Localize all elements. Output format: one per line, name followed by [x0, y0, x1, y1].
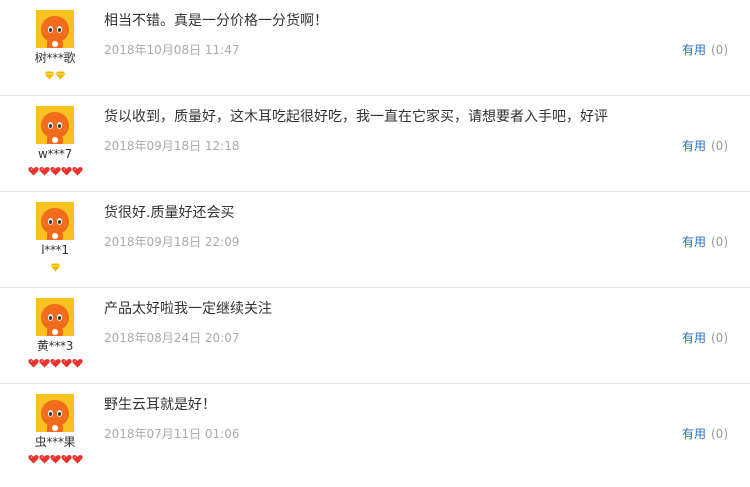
review-date: 2018年08月24日 20:07: [104, 331, 240, 345]
useful-count: (0): [711, 43, 728, 57]
diamond-icon: [50, 262, 61, 272]
review-item: l***1 货很好.质量好还会买 2018年09月18日 22:09 有用 (0): [0, 192, 750, 288]
review-item: 黄***3 产品太好啦我一定继续关注 2018年08月24日 20:07 有用 (…: [0, 288, 750, 384]
heart-icon: [38, 358, 50, 368]
useful-vote: 有用 (0): [682, 43, 728, 57]
useful-count: (0): [711, 331, 728, 345]
review-date: 2018年10月08日 11:47: [104, 43, 240, 57]
useful-button[interactable]: 有用: [682, 331, 706, 345]
user-level-badges: [18, 262, 92, 272]
useful-button[interactable]: 有用: [682, 427, 706, 441]
useful-count: (0): [711, 235, 728, 249]
useful-button[interactable]: 有用: [682, 43, 706, 57]
user-level-badges: [18, 454, 92, 464]
heart-icon: [60, 454, 72, 464]
heart-icon: [49, 166, 61, 176]
review-comment: 相当不错。真是一分价格一分货啊！: [104, 13, 328, 29]
user-level-badges: [18, 358, 92, 368]
useful-vote: 有用 (0): [682, 331, 728, 345]
review-item: 树***歌 相当不错。真是一分价格一分货啊！ 2018年10月08日 11:47…: [0, 0, 750, 96]
diamond-icon: [44, 70, 55, 80]
username: 虫***果: [34, 435, 76, 449]
avatar[interactable]: [36, 394, 74, 432]
heart-icon: [71, 454, 83, 464]
useful-vote: 有用 (0): [682, 139, 728, 153]
useful-count: (0): [711, 427, 728, 441]
review-comment: 野生云耳就是好！: [104, 397, 216, 413]
useful-vote: 有用 (0): [682, 427, 728, 441]
review-date: 2018年09月18日 12:18: [104, 139, 240, 153]
user-level-badges: [18, 166, 92, 176]
review-comment: 货以收到，质量好，这木耳吃起很好吃，我一直在它家买，请想要者入手吧，好评: [104, 109, 608, 125]
username: 树***歌: [34, 51, 76, 65]
heart-icon: [60, 358, 72, 368]
useful-button[interactable]: 有用: [682, 235, 706, 249]
useful-button[interactable]: 有用: [682, 139, 706, 153]
heart-icon: [71, 358, 83, 368]
heart-icon: [27, 358, 39, 368]
useful-count: (0): [711, 139, 728, 153]
heart-icon: [71, 166, 83, 176]
review-list: 树***歌 相当不错。真是一分价格一分货啊！ 2018年10月08日 11:47…: [0, 0, 750, 480]
heart-icon: [49, 358, 61, 368]
heart-icon: [38, 454, 50, 464]
review-comment: 产品太好啦我一定继续关注: [104, 301, 272, 317]
username: w***7: [38, 147, 72, 161]
diamond-icon: [55, 70, 66, 80]
heart-icon: [49, 454, 61, 464]
heart-icon: [38, 166, 50, 176]
heart-icon: [27, 166, 39, 176]
useful-vote: 有用 (0): [682, 235, 728, 249]
heart-icon: [27, 454, 39, 464]
user-level-badges: [18, 70, 92, 80]
username: 黄***3: [36, 339, 74, 353]
avatar[interactable]: [36, 202, 74, 240]
username: l***1: [41, 243, 69, 257]
avatar[interactable]: [36, 298, 74, 336]
review-comment: 货很好.质量好还会买: [104, 205, 235, 221]
review-item: w***7 货以收到，质量好，这木耳吃起很好吃，我一直在它家买，请想要者入手吧，…: [0, 96, 750, 192]
review-date: 2018年09月18日 22:09: [104, 235, 240, 249]
heart-icon: [60, 166, 72, 176]
review-item: 虫***果 野生云耳就是好！ 2018年07月11日 01:06 有用 (0): [0, 384, 750, 480]
review-date: 2018年07月11日 01:06: [104, 427, 240, 441]
avatar[interactable]: [36, 10, 74, 48]
avatar[interactable]: [36, 106, 74, 144]
